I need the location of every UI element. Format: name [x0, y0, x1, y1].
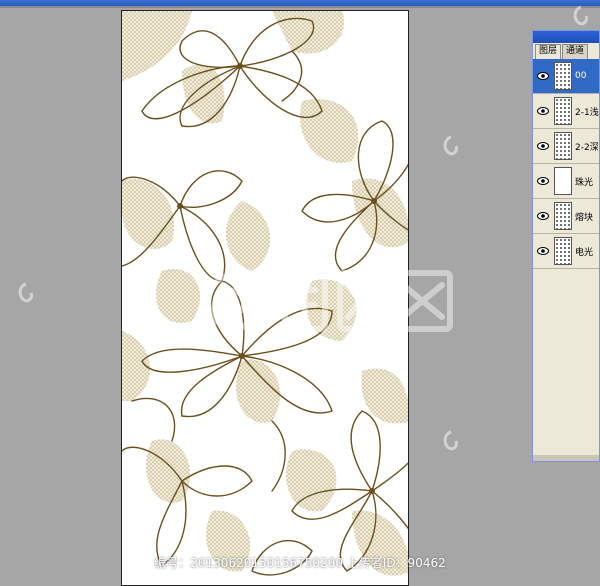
image-id-caption: 编号：20130620150156750200 上传者ID：90462 [154, 555, 446, 570]
visibility-eye-icon[interactable] [536, 69, 550, 83]
watermark-mark-icon [443, 430, 458, 451]
layers-panel: 图层 通道 00 2-1浅 2-2深 珠光 熔块 电光 [532, 30, 600, 462]
layer-row[interactable]: 珠光 [533, 164, 599, 199]
layer-name: 珠光 [575, 177, 594, 188]
watermark-mark-icon [573, 5, 588, 26]
layer-name: 2-1浅 [575, 107, 599, 118]
layer-thumbnail [554, 62, 572, 90]
layer-name: 2-2深 [575, 142, 599, 153]
layer-thumbnail [554, 167, 572, 195]
layer-row[interactable]: 00 [533, 59, 599, 94]
panel-footer [533, 455, 599, 461]
visibility-eye-icon[interactable] [536, 244, 550, 258]
tab-channels[interactable]: 通道 [562, 44, 589, 59]
layer-row[interactable]: 2-1浅 [533, 94, 599, 129]
floral-pattern-artwork [122, 11, 408, 585]
layers-list: 00 2-1浅 2-2深 珠光 熔块 电光 [533, 59, 599, 269]
layer-row[interactable]: 熔块 [533, 199, 599, 234]
visibility-eye-icon[interactable] [536, 174, 550, 188]
layer-row[interactable]: 电光 [533, 234, 599, 269]
visibility-eye-icon[interactable] [536, 104, 550, 118]
layer-thumbnail [554, 202, 572, 230]
visibility-eye-icon[interactable] [536, 209, 550, 223]
document-canvas[interactable] [121, 10, 409, 586]
layer-row[interactable]: 2-2深 [533, 129, 599, 164]
watermark-mark-icon [18, 282, 33, 303]
layer-thumbnail [554, 132, 572, 160]
ruler-strip [0, 6, 600, 8]
layer-name: 熔块 [575, 212, 594, 223]
tab-layers[interactable]: 图层 [535, 44, 562, 59]
panel-tabs: 图层 通道 [533, 43, 599, 59]
visibility-eye-icon[interactable] [536, 139, 550, 153]
layer-name: 电光 [575, 247, 594, 258]
watermark-mark-icon [443, 135, 458, 156]
layer-thumbnail [554, 237, 572, 265]
panel-title-bar[interactable] [533, 31, 599, 43]
layer-thumbnail [554, 97, 572, 125]
layer-name: 00 [575, 71, 587, 81]
